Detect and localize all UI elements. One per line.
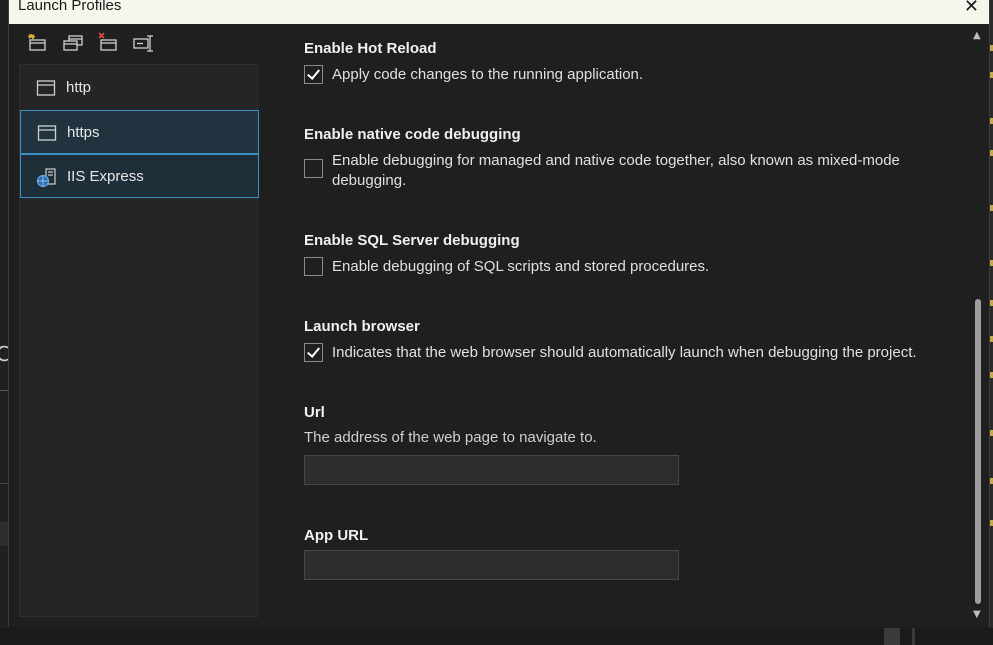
url-description: The address of the web page to navigate … — [304, 429, 597, 446]
url-heading: Url — [304, 404, 325, 421]
copy-profile-icon[interactable] — [62, 32, 84, 54]
profile-settings-pane: Enable Hot Reload Apply code changes to … — [268, 24, 989, 627]
launch-browser-label: Indicates that the web browser should au… — [332, 344, 917, 361]
profile-item-iis-express[interactable]: IIS Express — [20, 154, 259, 198]
new-profile-icon[interactable] — [27, 32, 49, 54]
delete-profile-icon[interactable] — [97, 32, 119, 54]
sql-debug-checkbox[interactable] — [304, 257, 323, 276]
profile-item-http[interactable]: http — [20, 66, 259, 110]
url-input[interactable] — [304, 455, 679, 485]
native-debug-heading: Enable native code debugging — [304, 126, 521, 143]
iis-express-icon — [37, 168, 57, 187]
scroll-down-icon[interactable]: ▼ — [973, 609, 981, 620]
launch-profiles-dialog: Launch Profiles ✕ http https IIS Express… — [8, 0, 990, 627]
vertical-scrollbar[interactable]: ▲ ▼ — [970, 24, 987, 627]
app-url-heading: App URL — [304, 527, 369, 544]
dialog-title: Launch Profiles — [18, 0, 122, 14]
window-icon — [36, 79, 56, 97]
hot-reload-heading: Enable Hot Reload — [304, 40, 437, 57]
scrollbar-thumb[interactable] — [975, 299, 981, 604]
app-url-input[interactable] — [304, 550, 679, 580]
launch-browser-checkbox[interactable] — [304, 343, 323, 362]
title-bar: Launch Profiles ✕ — [9, 0, 989, 24]
sql-debug-label: Enable debugging of SQL scripts and stor… — [332, 258, 710, 275]
close-icon[interactable]: ✕ — [964, 0, 979, 17]
hot-reload-checkbox[interactable] — [304, 65, 323, 84]
rename-profile-icon[interactable] — [132, 32, 154, 54]
launch-browser-heading: Launch browser — [304, 318, 420, 335]
native-debug-label-cont: debugging. — [332, 172, 407, 189]
profile-item-https[interactable]: https — [20, 110, 259, 154]
profile-label: IIS Express — [67, 168, 144, 185]
scroll-up-icon[interactable]: ▲ — [973, 30, 981, 41]
profile-label: https — [67, 124, 100, 141]
profiles-list: http https IIS Express — [19, 64, 259, 617]
profile-label: http — [66, 79, 92, 96]
background-status-area — [0, 628, 993, 645]
window-icon — [37, 124, 57, 142]
native-debug-label: Enable debugging for managed and native … — [332, 152, 900, 169]
profiles-pane: http https IIS Express — [9, 24, 268, 627]
native-debug-checkbox[interactable] — [304, 159, 323, 178]
sql-debug-heading: Enable SQL Server debugging — [304, 232, 520, 249]
hot-reload-label: Apply code changes to the running applic… — [332, 66, 644, 83]
